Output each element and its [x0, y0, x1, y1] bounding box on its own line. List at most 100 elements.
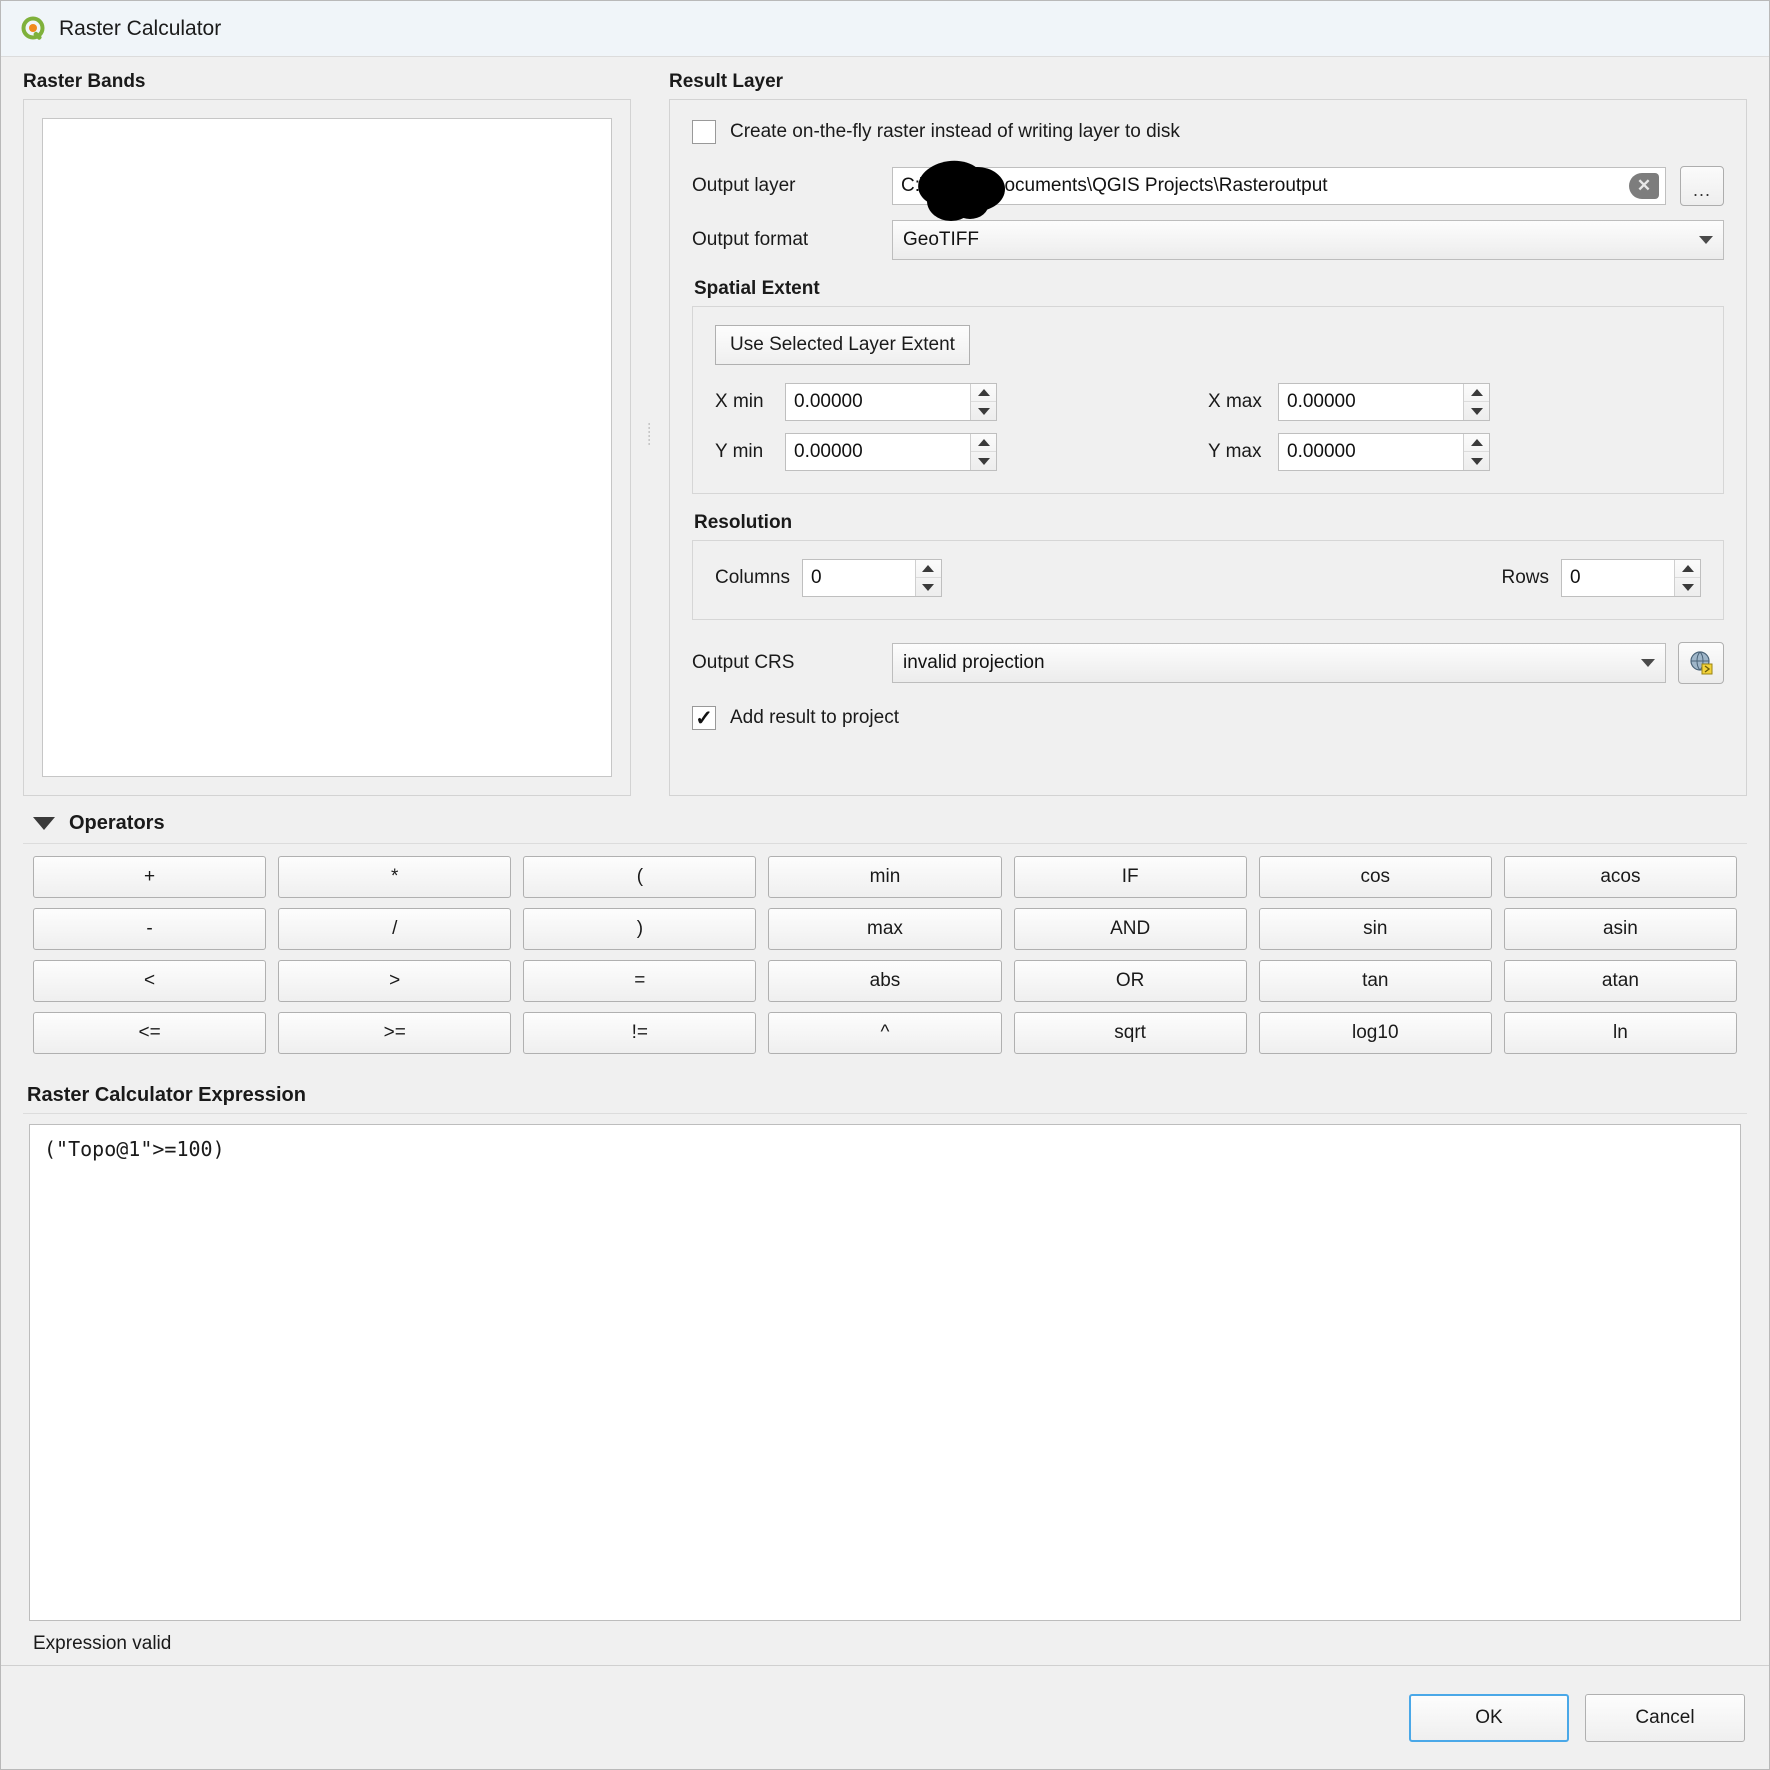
operator-button[interactable]: ^ — [768, 1012, 1002, 1054]
output-crs-select[interactable]: invalid projection — [892, 643, 1666, 683]
y-max-spinbox[interactable]: 0.00000 — [1278, 433, 1490, 471]
resolution-panel: Columns 0 Rows 0 — [692, 540, 1724, 620]
operators-header[interactable]: Operators — [33, 812, 1747, 835]
output-format-row: Output format GeoTIFF — [692, 220, 1724, 260]
columns-spinbox[interactable]: 0 — [801, 559, 942, 597]
output-format-value: GeoTIFF — [903, 229, 980, 250]
spin-up-icon[interactable] — [971, 384, 996, 402]
operator-button[interactable]: cos — [1258, 856, 1492, 898]
y-max-cell: Y max 0.00000 — [1208, 433, 1701, 471]
y-max-label: Y max — [1208, 441, 1262, 462]
rows-stepper[interactable] — [1674, 560, 1700, 596]
operator-button[interactable]: atan — [1503, 960, 1737, 1002]
spin-up-icon[interactable] — [1464, 384, 1489, 402]
y-max-stepper[interactable] — [1463, 434, 1489, 470]
operator-button[interactable]: sqrt — [1013, 1012, 1247, 1054]
raster-calculator-dialog: Raster Calculator Raster Bands ······ Re… — [0, 0, 1770, 1770]
spin-up-icon[interactable] — [1464, 434, 1489, 452]
resolution-title: Resolution — [694, 512, 793, 533]
operator-button[interactable]: max — [768, 908, 1002, 950]
operator-button[interactable]: sin — [1258, 908, 1492, 950]
operator-button[interactable]: acos — [1503, 856, 1737, 898]
operators-grid: + * ( min IF cos acos - / ) max AND sin … — [33, 856, 1737, 1054]
operator-button[interactable]: > — [278, 960, 512, 1002]
spin-down-icon[interactable] — [971, 452, 996, 470]
operator-button[interactable]: min — [768, 856, 1002, 898]
operator-button[interactable]: = — [523, 960, 757, 1002]
result-layer-panel: Create on-the-fly raster instead of writ… — [669, 99, 1747, 796]
dialog-body: Raster Bands ······ Result Layer Create … — [1, 57, 1769, 1665]
operator-button[interactable]: log10 — [1258, 1012, 1492, 1054]
output-crs-label: Output CRS — [692, 652, 795, 673]
expression-title: Raster Calculator Expression — [27, 1084, 306, 1106]
spatial-extent-title: Spatial Extent — [694, 278, 820, 299]
clear-x-icon[interactable]: ✕ — [1629, 173, 1659, 199]
chevron-down-icon[interactable] — [33, 817, 55, 830]
title-bar: Raster Calculator — [1, 1, 1769, 57]
spin-up-icon[interactable] — [1675, 560, 1700, 578]
add-result-row[interactable]: Add result to project — [692, 706, 1724, 730]
operator-button[interactable]: != — [523, 1012, 757, 1054]
operator-button[interactable]: abs — [768, 960, 1002, 1002]
columns-label: Columns — [715, 567, 790, 588]
expression-status: Expression valid — [33, 1633, 172, 1654]
on-the-fly-checkbox[interactable] — [692, 120, 716, 144]
operator-button[interactable]: < — [33, 960, 267, 1002]
operator-button[interactable]: ( — [523, 856, 757, 898]
resolution-grid: Columns 0 Rows 0 — [715, 559, 1701, 597]
spin-up-icon[interactable] — [915, 560, 941, 578]
x-max-spinbox[interactable]: 0.00000 — [1278, 383, 1490, 421]
spin-down-icon[interactable] — [1464, 402, 1489, 420]
spin-down-icon[interactable] — [1675, 578, 1700, 596]
operator-button[interactable]: tan — [1258, 960, 1492, 1002]
result-layer-title: Result Layer — [669, 71, 784, 92]
operator-button[interactable]: ln — [1503, 1012, 1737, 1054]
on-the-fly-row[interactable]: Create on-the-fly raster instead of writ… — [692, 120, 1724, 144]
ok-button[interactable]: OK — [1409, 1693, 1569, 1742]
operator-button[interactable]: - — [33, 908, 267, 950]
x-min-spinbox[interactable]: 0.00000 — [785, 383, 997, 421]
spin-down-icon[interactable] — [971, 402, 996, 420]
add-result-label: Add result to project — [730, 707, 899, 728]
x-min-label: X min — [715, 391, 764, 412]
operator-button[interactable]: * — [278, 856, 512, 898]
operator-button[interactable]: >= — [278, 1012, 512, 1054]
expression-input[interactable]: ("Topo@1">=100) — [29, 1124, 1741, 1621]
spin-down-icon[interactable] — [1464, 452, 1489, 470]
y-min-stepper[interactable] — [970, 434, 996, 470]
output-format-select[interactable]: GeoTIFF — [892, 220, 1724, 260]
vertical-splitter[interactable]: ······ — [643, 71, 657, 796]
x-min-value: 0.00000 — [794, 391, 863, 412]
add-result-checkbox[interactable] — [692, 706, 716, 730]
operator-button[interactable]: <= — [33, 1012, 267, 1054]
operator-button[interactable]: ) — [523, 908, 757, 950]
operator-button[interactable]: asin — [1503, 908, 1737, 950]
crs-globe-icon[interactable] — [1678, 642, 1724, 684]
y-min-spinbox[interactable]: 0.00000 — [785, 433, 997, 471]
chevron-down-icon — [1641, 659, 1655, 667]
operators-title: Operators — [69, 812, 165, 834]
cancel-button[interactable]: Cancel — [1585, 1693, 1745, 1742]
columns-stepper[interactable] — [914, 560, 941, 596]
x-min-stepper[interactable] — [970, 384, 996, 420]
output-layer-input[interactable]: C:\Users\ \Documents\QGIS Projects\Raste… — [892, 167, 1666, 205]
operator-button[interactable]: + — [33, 856, 267, 898]
raster-bands-title: Raster Bands — [23, 71, 146, 92]
spin-down-icon[interactable] — [916, 578, 941, 596]
raster-bands-column: Raster Bands — [23, 71, 631, 796]
spin-up-icon[interactable] — [971, 434, 996, 452]
x-max-stepper[interactable] — [1463, 384, 1489, 420]
use-selected-layer-extent-button[interactable]: Use Selected Layer Extent — [715, 325, 970, 365]
operator-button[interactable]: OR — [1013, 960, 1247, 1002]
x-max-label: X max — [1208, 391, 1262, 412]
operator-button[interactable]: AND — [1013, 908, 1247, 950]
browse-button[interactable]: ... — [1680, 166, 1724, 206]
operator-button[interactable]: / — [278, 908, 512, 950]
operator-button[interactable]: IF — [1013, 856, 1247, 898]
raster-bands-list[interactable] — [42, 118, 612, 777]
rows-spinbox[interactable]: 0 — [1561, 559, 1701, 597]
rows-label: Rows — [1501, 567, 1549, 588]
dialog-footer: OK Cancel — [1, 1665, 1769, 1769]
y-min-cell: Y min 0.00000 — [715, 433, 1208, 471]
spatial-extent-panel: Use Selected Layer Extent X min 0.00000 — [692, 306, 1724, 494]
